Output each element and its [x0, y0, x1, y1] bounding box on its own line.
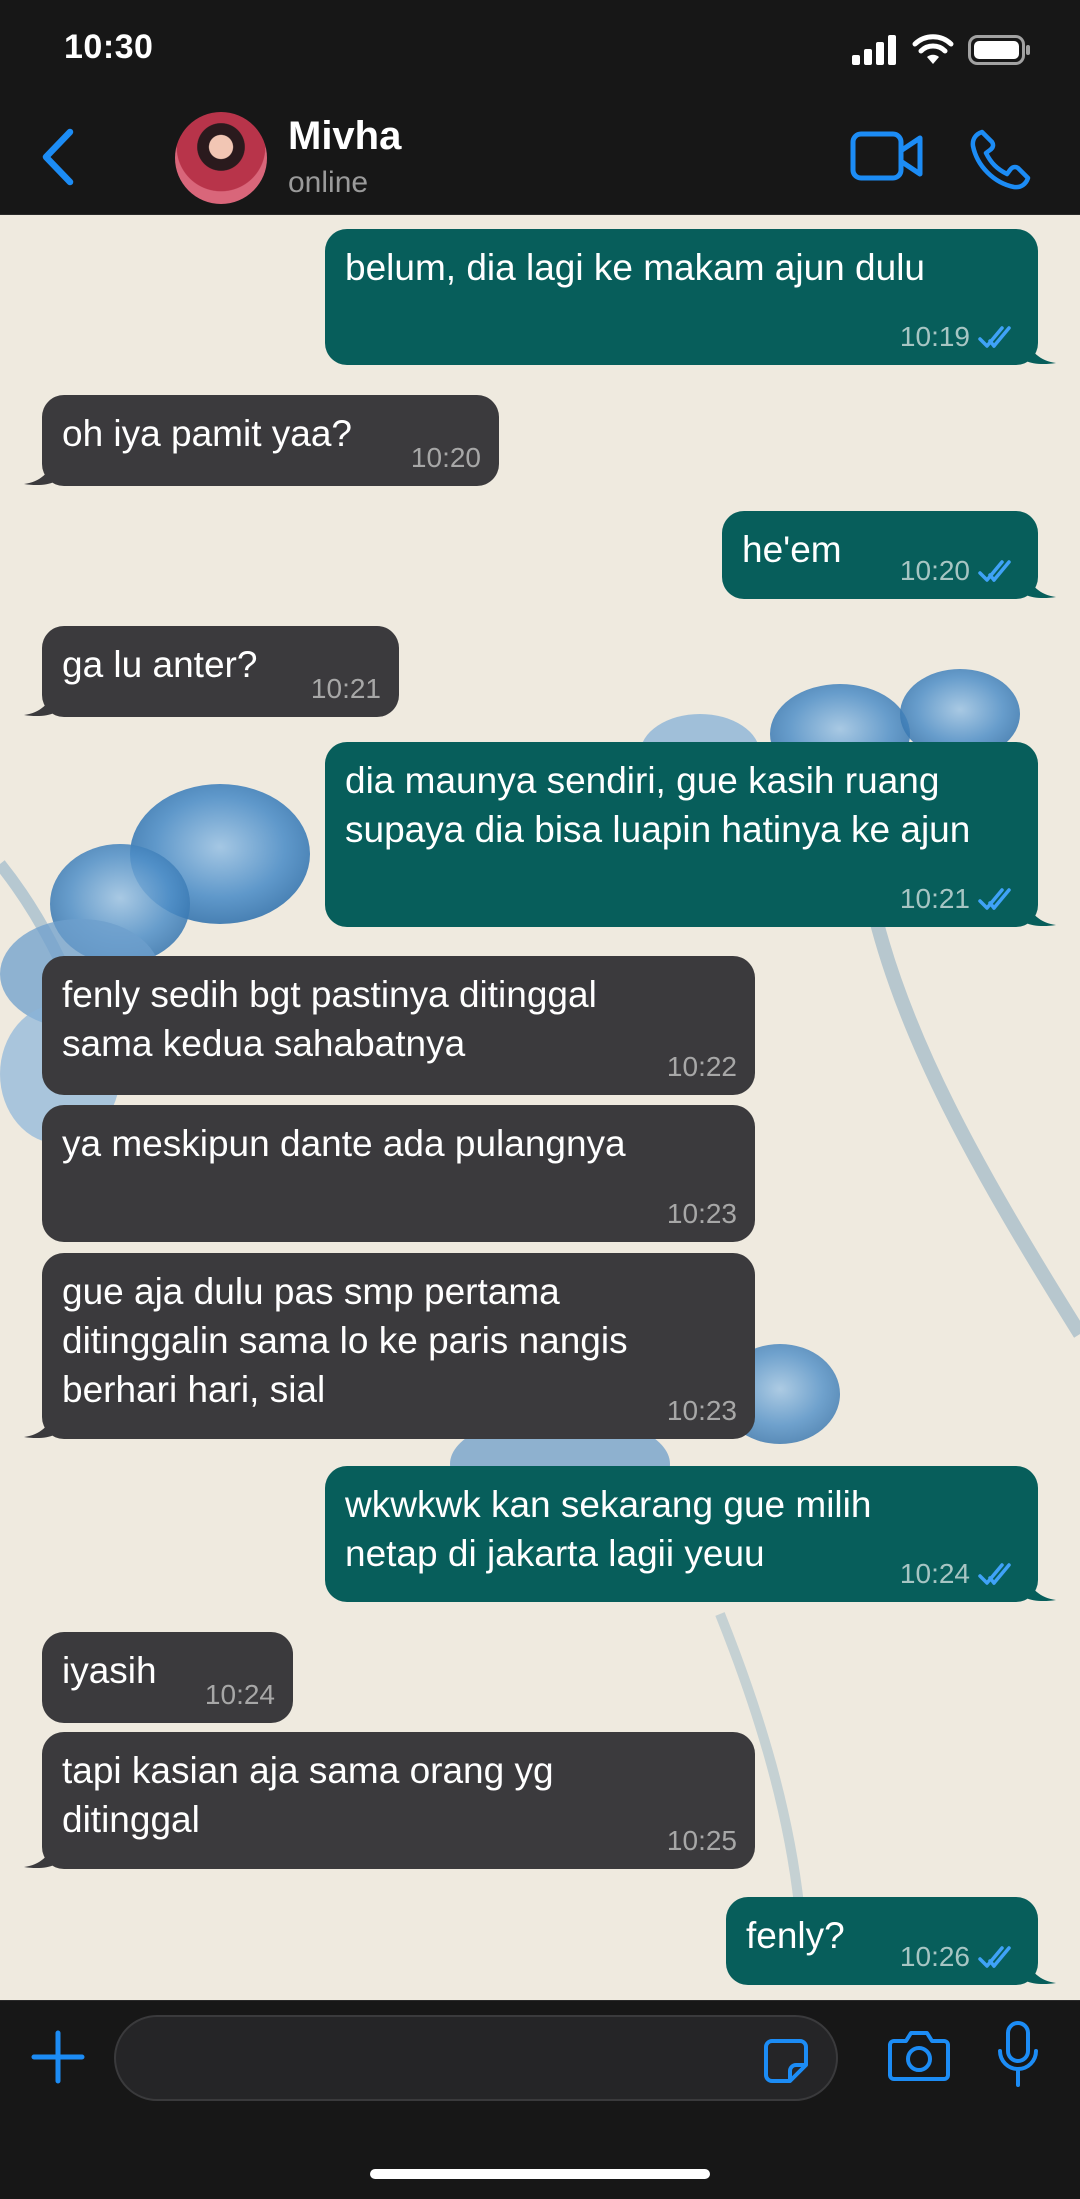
message-bubble-outgoing[interactable]: wkwkwk kan sekarang gue milih netap di j…: [325, 1466, 1056, 1602]
message-time: 10:23: [666, 1395, 737, 1426]
chat-header: Mivha online: [0, 100, 1080, 215]
bubble-tail: [1026, 901, 1056, 927]
bubble-tail: [24, 460, 54, 486]
message-meta: 10:21: [311, 673, 381, 705]
message-time: 10:23: [666, 1198, 737, 1229]
cellular-signal-icon: [852, 35, 896, 65]
wifi-icon: [912, 34, 954, 64]
message-bubble-incoming[interactable]: fenly sedih bgt pastinya ditinggal sama …: [42, 956, 755, 1095]
read-receipt-icon: [978, 560, 1011, 582]
read-receipt-icon: [978, 1946, 1011, 1968]
bubble-tail: [1026, 573, 1056, 599]
message-bubble-incoming[interactable]: ga lu anter? 10:21: [24, 626, 399, 717]
bubble-tail: [1026, 1959, 1056, 1985]
message-meta: 10:24: [205, 1679, 275, 1711]
message-meta: 10:21: [900, 883, 1020, 915]
back-chevron-icon[interactable]: [36, 126, 86, 188]
message-bubble-incoming[interactable]: iyasih 10:24: [42, 1632, 293, 1723]
message-meta: 10:26: [900, 1941, 1020, 1973]
bubble-tail: [24, 1413, 54, 1439]
home-indicator: [370, 2169, 710, 2179]
battery-icon: [968, 35, 1030, 65]
message-time: 10:19: [899, 321, 970, 352]
read-receipt-icon: [978, 326, 1011, 348]
message-time: 10:22: [666, 1051, 737, 1082]
read-receipt-icon: [978, 1563, 1011, 1585]
phone-call-icon[interactable]: [968, 128, 1032, 192]
message-time: 10:20: [899, 555, 970, 586]
message-text: tapi kasian aja sama orang yg ditinggal: [62, 1750, 554, 1840]
message-meta: 10:23: [667, 1395, 737, 1427]
message-bubble-incoming[interactable]: ya meskipun dante ada pulangnya 10:23: [42, 1105, 755, 1242]
message-bubble-incoming[interactable]: oh iya pamit yaa? 10:20: [24, 395, 499, 486]
status-time: 10:30: [64, 28, 154, 66]
message-meta: 10:20: [900, 555, 1020, 587]
message-text: dia maunya sendiri, gue kasih ruang supa…: [345, 760, 971, 850]
message-input[interactable]: [114, 2015, 838, 2101]
message-meta: 10:19: [900, 321, 1020, 353]
message-text: ya meskipun dante ada pulangnya: [62, 1123, 626, 1164]
read-receipt-icon: [978, 888, 1011, 910]
message-text: wkwkwk kan sekarang gue milih netap di j…: [345, 1484, 872, 1574]
message-meta: 10:25: [667, 1825, 737, 1857]
message-time: 10:21: [899, 883, 970, 914]
bubble-tail: [1026, 339, 1056, 365]
message-meta: 10:24: [900, 1558, 1020, 1590]
message-meta: 10:20: [411, 442, 481, 474]
message-time: 10:24: [204, 1679, 275, 1710]
plus-icon[interactable]: [28, 2027, 88, 2087]
message-text: gue aja dulu pas smp pertama ditinggalin…: [62, 1271, 628, 1410]
bubble-tail: [1026, 1576, 1056, 1602]
message-list[interactable]: belum, dia lagi ke makam ajun dulu 10:19…: [0, 214, 1080, 2000]
message-bubble-outgoing[interactable]: fenly? 10:26: [726, 1897, 1056, 1985]
contact-avatar[interactable]: [175, 112, 267, 204]
message-meta: 10:23: [667, 1198, 737, 1230]
message-time: 10:24: [899, 1558, 970, 1589]
message-input-bar: [0, 2000, 1080, 2199]
contact-name[interactable]: Mivha: [288, 114, 401, 159]
message-bubble-outgoing[interactable]: dia maunya sendiri, gue kasih ruang supa…: [325, 742, 1056, 927]
message-bubble-outgoing[interactable]: belum, dia lagi ke makam ajun dulu 10:19: [325, 229, 1056, 365]
message-text: fenly sedih bgt pastinya ditinggal sama …: [62, 974, 597, 1064]
message-bubble-outgoing[interactable]: he'em 10:20: [722, 511, 1056, 599]
camera-icon[interactable]: [888, 2027, 950, 2083]
message-time: 10:21: [310, 673, 381, 704]
contact-status: online: [288, 166, 369, 199]
bubble-tail: [24, 691, 54, 717]
video-call-icon[interactable]: [850, 130, 924, 182]
message-bubble-incoming[interactable]: gue aja dulu pas smp pertama ditinggalin…: [24, 1253, 755, 1439]
sticker-icon[interactable]: [762, 2037, 810, 2085]
message-time: 10:20: [410, 442, 481, 473]
bubble-tail: [24, 1843, 54, 1869]
message-time: 10:25: [666, 1825, 737, 1856]
message-bubble-incoming[interactable]: tapi kasian aja sama orang yg ditinggal …: [24, 1732, 755, 1869]
status-icons: [852, 30, 1032, 70]
message-text: belum, dia lagi ke makam ajun dulu: [345, 247, 925, 288]
message-meta: 10:22: [667, 1051, 737, 1083]
status-bar: 10:30: [0, 0, 1080, 100]
microphone-icon[interactable]: [996, 2021, 1040, 2089]
message-time: 10:26: [899, 1941, 970, 1972]
